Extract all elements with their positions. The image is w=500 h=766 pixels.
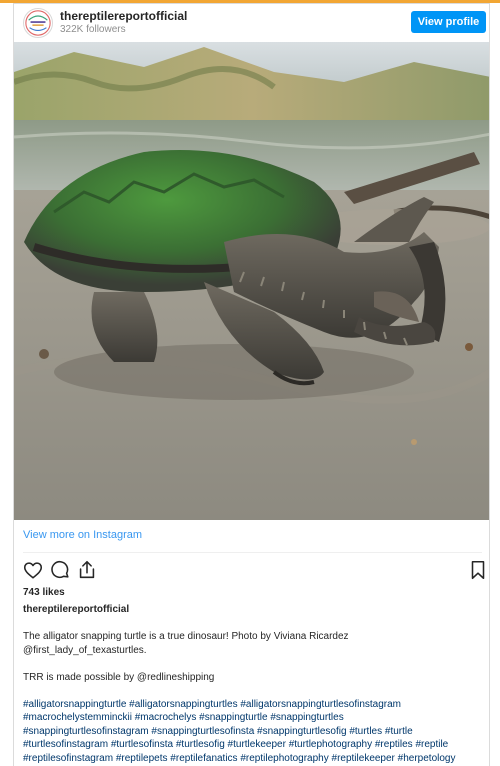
hashtag-line[interactable]: #macrochelystemminckii #macrochelys #sna… bbox=[23, 712, 344, 723]
instagram-embed-card: thereptilereportofficial 322K followers … bbox=[13, 3, 490, 766]
account-followers: 322K followers bbox=[60, 24, 126, 35]
alligator-snapping-turtle-photo bbox=[14, 42, 489, 520]
comment-icon[interactable] bbox=[49, 559, 71, 581]
caption-text: The alligator snapping turtle is a true … bbox=[23, 630, 485, 657]
bookmark-icon[interactable] bbox=[467, 559, 489, 581]
like-count[interactable]: 743 likes bbox=[23, 587, 65, 598]
hashtag-line[interactable]: #turtlesofinstagram #turtlesofinsta #tur… bbox=[23, 739, 448, 750]
view-profile-button[interactable]: View profile bbox=[411, 11, 486, 33]
post-header: thereptilereportofficial 322K followers … bbox=[14, 4, 489, 42]
hashtag-line[interactable]: #reptilesofinstagram #reptilepets #repti… bbox=[23, 753, 456, 764]
hashtag-line[interactable]: #alligatorsnappingturtle #alligatorsnapp… bbox=[23, 699, 401, 710]
heart-icon[interactable] bbox=[22, 559, 44, 581]
view-more-on-instagram-link[interactable]: View more on Instagram bbox=[23, 529, 142, 541]
share-icon[interactable] bbox=[76, 559, 98, 581]
sponsor-text: TRR is made possible by @redlineshipping bbox=[23, 671, 215, 683]
divider bbox=[23, 552, 482, 553]
caption-username[interactable]: thereptilereportofficial bbox=[23, 604, 129, 615]
account-username[interactable]: thereptilereportofficial bbox=[60, 9, 187, 23]
caption-mention[interactable]: @first_lady_of_texasturtles. bbox=[23, 645, 147, 656]
caption-line-1: The alligator snapping turtle is a true … bbox=[23, 631, 349, 642]
post-actions bbox=[14, 559, 489, 585]
post-caption: The alligator snapping turtle is a true … bbox=[23, 630, 485, 765]
hashtag-list: #alligatorsnappingturtle #alligatorsnapp… bbox=[23, 698, 485, 766]
hashtag-line[interactable]: #snappingturtlesofinstagram #snappingtur… bbox=[23, 726, 413, 737]
post-photo[interactable] bbox=[14, 42, 489, 520]
avatar[interactable] bbox=[23, 8, 53, 38]
reptile-report-logo-icon bbox=[25, 10, 51, 36]
